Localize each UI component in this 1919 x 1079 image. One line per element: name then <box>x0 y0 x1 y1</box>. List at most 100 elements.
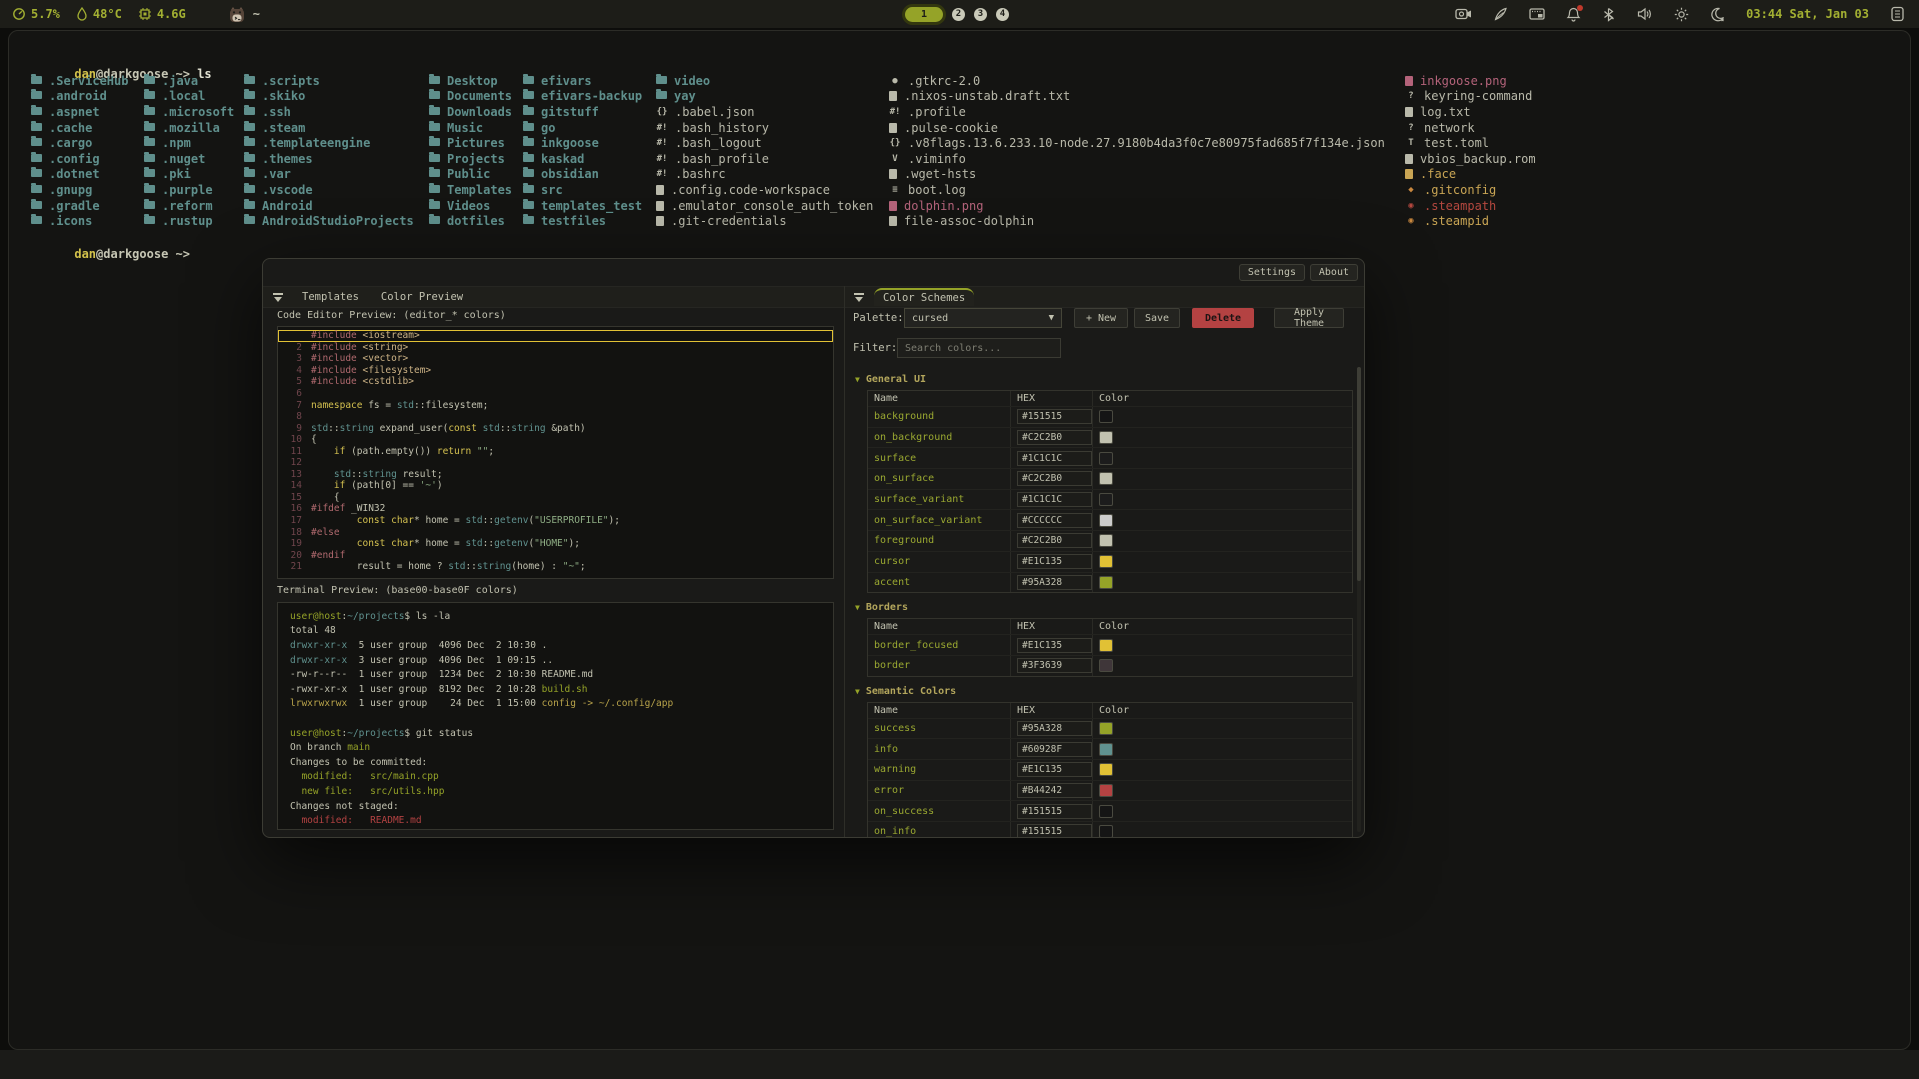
code-token: #else <box>311 527 340 538</box>
color-swatch[interactable] <box>1099 722 1113 735</box>
swatch-cell <box>1092 801 1352 821</box>
hex-value-input[interactable]: #E1C135 <box>1017 554 1092 569</box>
pane-collapse-icon[interactable] <box>854 293 864 302</box>
dir-name: AndroidStudioProjects <box>262 214 414 228</box>
color-swatch[interactable] <box>1099 514 1113 527</box>
color-swatch[interactable] <box>1099 784 1113 797</box>
doc-icon <box>889 169 897 179</box>
file-name: .steampid <box>1424 214 1489 228</box>
hex-value-input[interactable]: #1C1C1C <box>1017 492 1092 507</box>
color-swatch[interactable] <box>1099 805 1113 818</box>
settings-button[interactable]: Settings <box>1239 264 1305 281</box>
color-swatch[interactable] <box>1099 825 1113 837</box>
hex-value-input[interactable]: #95A328 <box>1017 575 1092 590</box>
screenshot-tray-icon[interactable] <box>1529 7 1545 21</box>
color-swatch[interactable] <box>1099 431 1113 444</box>
about-button[interactable]: About <box>1310 264 1358 281</box>
dir-item: Projects <box>429 151 512 167</box>
workspace-2[interactable]: 2 <box>952 8 965 21</box>
hex-cell: #CCCCCC <box>1010 510 1092 530</box>
save-button[interactable]: Save <box>1134 308 1180 328</box>
volume-icon[interactable] <box>1637 7 1653 21</box>
screen-record-icon[interactable] <box>1455 7 1472 21</box>
dir-name: .gradle <box>49 199 100 213</box>
name-cell: cursor <box>868 552 1010 572</box>
hex-value-input[interactable]: #151515 <box>1017 804 1092 819</box>
tab-templates[interactable]: Templates <box>293 288 368 306</box>
terminal-token: Changes to be committed: <box>290 757 427 768</box>
notifications-indicator[interactable] <box>1566 7 1581 22</box>
color-swatch[interactable] <box>1099 452 1113 465</box>
code-token: :: <box>483 538 494 549</box>
dir-name: .themes <box>262 152 313 166</box>
terminal-token: drwxr-xr-x <box>290 655 347 666</box>
brightness-icon[interactable] <box>1674 7 1689 22</box>
scrollbar-thumb[interactable] <box>1357 367 1361 581</box>
code-token: ; <box>488 446 494 457</box>
code-token: <string> <box>363 342 409 353</box>
section-header[interactable]: ▼ General UI <box>855 374 1364 385</box>
color-swatch[interactable] <box>1099 534 1113 547</box>
line-number: 2 <box>278 342 302 353</box>
apply-theme-button[interactable]: Apply Theme <box>1274 308 1344 328</box>
color-swatch[interactable] <box>1099 472 1113 485</box>
hex-value-input[interactable]: #1C1C1C <box>1017 451 1092 466</box>
shell-prompt: dan@darkgoose ~> <box>31 233 197 275</box>
folder-icon <box>656 76 667 84</box>
color-swatch[interactable] <box>1099 743 1113 756</box>
hex-value-input[interactable]: #CCCCCC <box>1017 513 1092 528</box>
hex-value-input[interactable]: #C2C2B0 <box>1017 533 1092 548</box>
workspace-4[interactable]: 4 <box>996 8 1009 21</box>
clock[interactable]: 03:44 Sat, Jan 03 <box>1746 7 1869 21</box>
hex-value-input[interactable]: #95A328 <box>1017 721 1092 736</box>
dir-name: Desktop <box>447 74 498 88</box>
delete-button[interactable]: Delete <box>1192 308 1254 328</box>
focused-app-indicator[interactable]: ~ <box>228 6 260 23</box>
dir-item: .vscode <box>244 182 414 198</box>
hex-value-input[interactable]: #151515 <box>1017 824 1092 837</box>
color-swatch[interactable] <box>1099 763 1113 776</box>
hex-value-input[interactable]: #60928F <box>1017 742 1092 757</box>
color-table: NameHEXColorborder_focused#E1C135border#… <box>867 618 1353 676</box>
hex-cell: #60928F <box>1010 739 1092 759</box>
dir-item: .nuget <box>144 151 234 167</box>
color-swatch[interactable] <box>1099 659 1113 672</box>
hex-value-input[interactable]: #E1C135 <box>1017 638 1092 653</box>
search-colors-input[interactable]: Search colors... <box>897 338 1061 358</box>
tab-color-preview[interactable]: Color Preview <box>372 288 472 306</box>
hex-value-input[interactable]: #151515 <box>1017 409 1092 424</box>
color-swatch[interactable] <box>1099 410 1113 423</box>
color-swatch[interactable] <box>1099 576 1113 589</box>
color-swatch[interactable] <box>1099 639 1113 652</box>
color-swatch[interactable] <box>1099 555 1113 568</box>
hex-value-input[interactable]: #E1C135 <box>1017 762 1092 777</box>
swatch-cell <box>1092 407 1352 427</box>
color-name: background <box>874 411 934 422</box>
color-name: info <box>874 744 898 755</box>
chevron-down-icon: ▼ <box>855 375 860 384</box>
workspace-3[interactable]: 3 <box>974 8 987 21</box>
section-header[interactable]: ▼Semantic Colors <box>855 686 1364 697</box>
palette-dropdown[interactable]: cursed ▼ <box>904 308 1062 328</box>
tab-color-schemes[interactable]: Color Schemes <box>874 288 974 306</box>
hex-value-input[interactable]: #B44242 <box>1017 783 1092 798</box>
workspace-1-active[interactable]: 1 <box>905 7 943 22</box>
feather-icon[interactable] <box>1493 7 1508 21</box>
scrollbar-track[interactable] <box>1357 367 1361 832</box>
section-title: General UI <box>866 374 926 385</box>
bluetooth-off-icon[interactable] <box>1602 7 1616 22</box>
system-tray-icon[interactable] <box>1890 6 1905 22</box>
dir-name: Templates <box>447 183 512 197</box>
pane-collapse-icon[interactable] <box>273 293 283 302</box>
night-light-icon[interactable] <box>1710 7 1725 22</box>
color-swatch[interactable] <box>1099 493 1113 506</box>
new-palette-button[interactable]: + New <box>1074 308 1128 328</box>
hex-value-input[interactable]: #C2C2B0 <box>1017 471 1092 486</box>
section-header[interactable]: ▼Borders <box>855 602 1364 613</box>
name-cell: border <box>868 656 1010 676</box>
hex-value-input[interactable]: #3F3639 <box>1017 658 1092 673</box>
line-number: 5 <box>278 376 302 387</box>
hex-value-input[interactable]: #C2C2B0 <box>1017 430 1092 445</box>
line-number: 12 <box>278 457 302 468</box>
dir-item: Music <box>429 120 512 136</box>
